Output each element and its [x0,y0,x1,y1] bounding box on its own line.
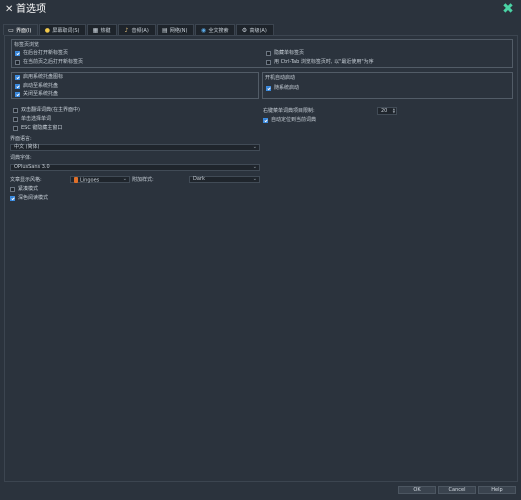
tab-label: 全文搜索 [208,27,229,34]
double-click-translate-checkbox[interactable]: 双击翻译词典(在主界面中) [13,107,80,113]
checkbox[interactable] [15,74,20,80]
tab-screen-capture[interactable]: ● 屏幕取词(S) [39,24,87,35]
globe-icon: ◉ [200,26,207,34]
history-limit-label: 右键菜单词典项目限制: [263,108,315,114]
bulb-icon: ● [44,26,51,34]
checkbox[interactable] [13,125,18,131]
tab-advanced[interactable]: ⚙ 高级(A) [236,24,274,35]
checkbox[interactable] [263,117,268,123]
chevron-down-icon: ⌄ [252,144,257,150]
background-open-checkbox[interactable]: 在后台打开新标签页 [15,50,68,56]
tab-label: 热键 [100,27,111,34]
chevron-down-icon: ⌄ [122,176,127,182]
checkbox[interactable] [266,50,271,56]
interface-language-label: 界面语言: [10,136,32,142]
auto-focus-dict-checkbox[interactable]: 自动定位到当前词典 [263,117,316,123]
ctrl-tab-mru-checkbox[interactable]: 用 Ctrl-Tab 浏览标签页时, 以"最近使用"为序 [266,59,374,65]
title-bar: ✕ 首选项 ✖ [0,0,521,22]
enable-tray-checkbox[interactable]: 启用系统托盘图标 [15,74,63,80]
tab-label: 音频(A) [131,27,149,34]
checkbox[interactable] [15,50,20,56]
addon-style-label: 附加样式: [132,177,154,183]
tab-full-text-search[interactable]: ◉ 全文搜索 [195,24,236,35]
article-style-label: 文章显示风格: [10,177,42,183]
checkbox[interactable] [10,195,15,201]
close-icon[interactable]: ✖ [501,2,515,16]
startup-group: 开机自动启动 随系统启动 [262,72,513,99]
cancel-button[interactable]: Cancel [438,486,476,494]
tab-audio[interactable]: ♪ 音频(A) [118,24,156,35]
keyboard-icon: ▦ [92,26,99,34]
monitor-icon: ▭ [8,26,14,34]
tab-label: 界面(I) [16,27,32,34]
network-icon: ▤ [161,26,168,34]
interface-language-select[interactable]: 中文 (简体) ⌄ [10,144,260,151]
checkbox[interactable] [10,186,15,192]
tray-group: 启用系统托盘图标 启动至系统托盘 关闭至系统托盘 [11,72,259,99]
tab-label: 屏幕取词(S) [52,27,80,34]
checkbox[interactable] [15,91,20,97]
dict-font-select[interactable]: OPlusSans 3.0 ⌄ [10,164,260,171]
tab-label: 网络(N) [169,27,188,34]
tab-bar: ▭ 界面(I) ● 屏幕取词(S) ▦ 热键 ♪ 音频(A) ▤ 网络(N) ◉… [3,24,275,35]
checkbox[interactable] [13,107,18,113]
help-button[interactable]: Help [478,486,516,494]
checkbox[interactable] [15,83,20,89]
checkbox[interactable] [13,116,18,122]
article-style-select[interactable]: Lingoes ⌄ [70,176,130,183]
dark-reading-mode-checkbox[interactable]: 深色阅读模式 [10,195,48,201]
ok-button[interactable]: OK [398,486,436,494]
group-title: 开机自动启动 [265,75,296,81]
checkbox[interactable] [266,59,271,65]
tools-icon: ✕ [5,4,14,15]
gear-icon: ⚙ [241,26,248,34]
tab-hotkeys[interactable]: ▦ 热键 [87,24,118,35]
lingoes-icon [74,177,78,183]
history-limit-spinbox[interactable]: 20 ▲ ▼ [377,107,397,115]
close-to-tray-checkbox[interactable]: 关闭至系统托盘 [15,91,58,97]
music-icon: ♪ [124,26,129,34]
esc-hide-checkbox[interactable]: ESC 键隐藏主窗口 [13,125,62,131]
tab-label: 高级(A) [249,27,267,34]
chevron-down-icon: ⌄ [252,176,257,182]
dict-font-label: 词典字体: [10,155,32,161]
tab-interface[interactable]: ▭ 界面(I) [3,24,39,35]
tab-network[interactable]: ▤ 网络(N) [156,24,195,35]
addon-style-select[interactable]: Dark ⌄ [189,176,260,183]
run-at-startup-checkbox[interactable]: 随系统启动 [266,85,299,91]
group-title: 标签页浏览 [14,42,40,48]
tab-browsing-group: 标签页浏览 在后台打开新标签页 在当前页之后打开新标签页 隐藏单标签页 用 Ct… [11,39,513,68]
spin-arrows-icon[interactable]: ▲ ▼ [393,108,395,114]
checkbox[interactable] [15,59,20,65]
chevron-down-icon: ⌄ [252,164,257,170]
hide-single-tab-checkbox[interactable]: 隐藏单标签页 [266,50,304,56]
window-title: 首选项 [16,4,46,15]
open-after-current-checkbox[interactable]: 在当前页之后打开新标签页 [15,59,83,65]
single-click-select-checkbox[interactable]: 单击选择单词 [13,116,51,122]
start-to-tray-checkbox[interactable]: 启动至系统托盘 [15,83,58,89]
compact-mode-checkbox[interactable]: 紧凑模式 [10,186,38,192]
preferences-panel: 标签页浏览 在后台打开新标签页 在当前页之后打开新标签页 隐藏单标签页 用 Ct… [4,35,518,482]
checkbox[interactable] [266,85,271,91]
